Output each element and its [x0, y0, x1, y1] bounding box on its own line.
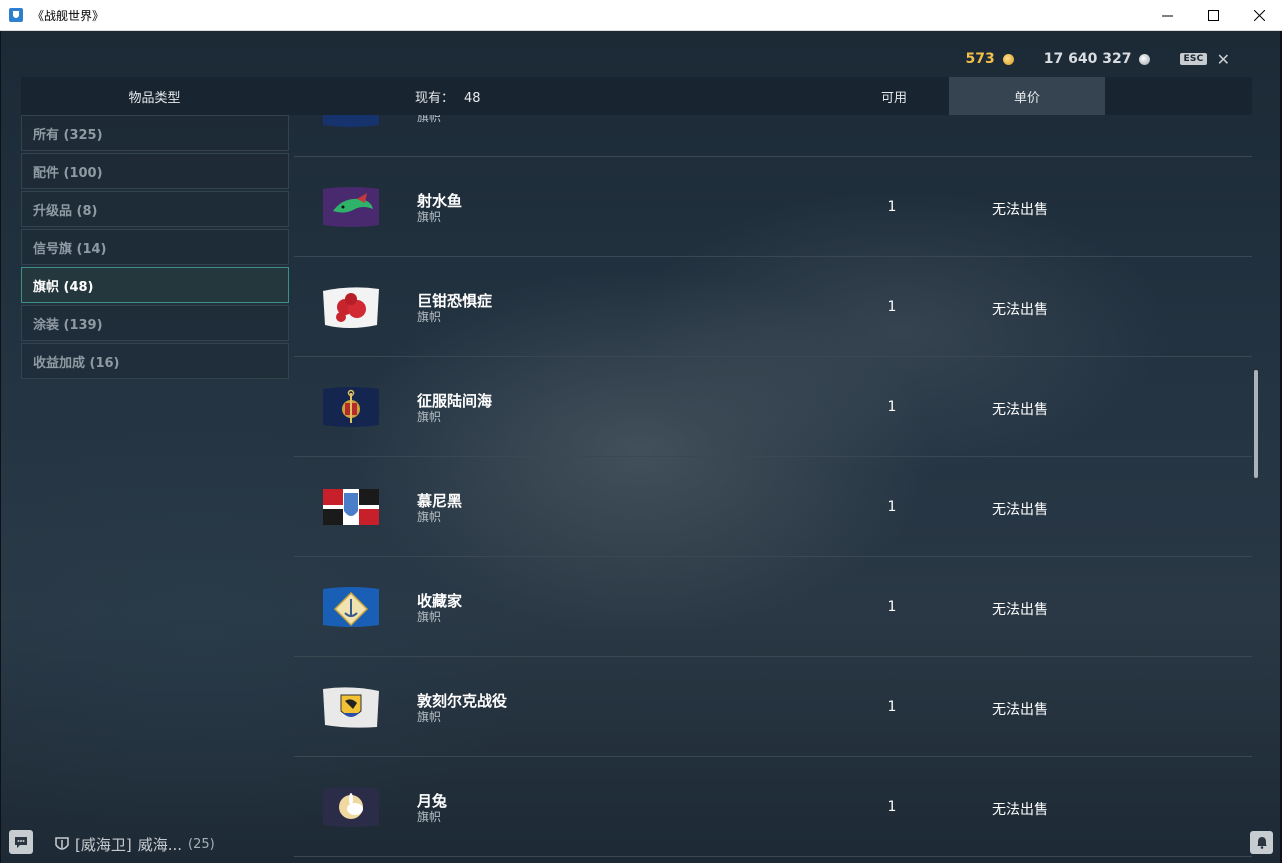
esc-close-icon[interactable]: ✕	[1217, 50, 1230, 69]
item-price: 无法出售	[992, 602, 1048, 618]
item-quantity: 1	[887, 499, 897, 515]
list-item[interactable]: 旗帜	[294, 115, 1252, 157]
item-quantity: 1	[887, 599, 897, 615]
close-button[interactable]	[1236, 0, 1282, 31]
game-area: 573 17 640 327 ESC ✕ 物品类型 现有： 48 可用 单价 所有…	[0, 31, 1282, 863]
category-modules[interactable]: 配件 (100)	[21, 153, 289, 189]
header-have-label: 现有：	[415, 90, 455, 106]
category-list: 所有 (325) 配件 (100) 升级品 (8) 信号旗 (14) 旗帜 (4…	[21, 115, 289, 381]
item-price: 无法出售	[992, 502, 1048, 518]
category-upgrades[interactable]: 升级品 (8)	[21, 191, 289, 227]
credits-amount: 17 640 327	[1043, 51, 1132, 67]
item-quantity: 1	[887, 699, 897, 715]
header-have: 现有： 48	[415, 87, 481, 106]
notifications-button[interactable]	[1250, 831, 1273, 854]
item-type: 旗帜	[417, 610, 442, 624]
list-item[interactable]: 慕尼黑 旗帜 1 无法出售	[294, 457, 1252, 557]
anchor-flag-icon	[323, 387, 379, 427]
item-type: 旗帜	[417, 710, 442, 724]
item-quantity: 1	[887, 299, 897, 315]
item-type: 旗帜	[417, 510, 442, 524]
clan-member-count: (25)	[188, 837, 215, 852]
header-available[interactable]: 可用	[861, 87, 927, 106]
doubloons-amount: 573	[965, 51, 995, 67]
item-type: 旗帜	[417, 210, 442, 224]
category-all[interactable]: 所有 (325)	[21, 115, 289, 151]
chat-icon	[15, 836, 27, 848]
header-unit-price[interactable]: 单价	[949, 77, 1105, 115]
item-type: 旗帜	[417, 310, 442, 324]
item-type: 旗帜	[417, 410, 442, 424]
list-item[interactable]: 收藏家 旗帜 1 无法出售	[294, 557, 1252, 657]
header-item-type: 物品类型	[128, 90, 181, 106]
bell-icon	[1256, 837, 1267, 849]
collector-flag-icon	[323, 587, 379, 627]
archerfish-flag-icon	[323, 187, 379, 227]
item-type: 旗帜	[417, 115, 442, 124]
category-flags[interactable]: 旗帜 (48)	[21, 267, 289, 303]
moon-rabbit-flag-icon	[323, 787, 379, 827]
navy-shield-flag-icon	[323, 115, 379, 127]
item-quantity: 1	[887, 799, 897, 815]
list-item[interactable]: 巨钳恐惧症 旗帜 1 无法出售	[294, 257, 1252, 357]
item-list[interactable]: 旗帜 射水鱼 旗帜 1 无法出售 巨钳恐惧症 旗帜 1 无法出售 征服陆间海 旗…	[294, 115, 1252, 863]
munich-flag-icon	[323, 489, 379, 525]
item-price: 无法出售	[992, 202, 1048, 218]
clan-info[interactable]: [威海卫] 威海... (25)	[55, 834, 215, 855]
window-title: 《战舰世界》	[32, 8, 105, 23]
clan-name: 威海...	[137, 836, 183, 854]
item-price: 无法出售	[992, 702, 1048, 718]
list-item[interactable]: 敦刻尔克战役 旗帜 1 无法出售	[294, 657, 1252, 757]
list-item[interactable]: 射水鱼 旗帜 1 无法出售	[294, 157, 1252, 257]
crab-flag-icon	[323, 287, 379, 328]
header-have-count: 48	[464, 90, 481, 106]
item-price: 无法出售	[992, 302, 1048, 318]
window-titlebar: 《战舰世界》	[0, 0, 1282, 31]
esc-key-badge[interactable]: ESC	[1180, 53, 1207, 65]
category-camouflage[interactable]: 涂装 (139)	[21, 305, 289, 341]
item-price: 无法出售	[992, 802, 1048, 818]
minimize-button[interactable]	[1144, 0, 1190, 31]
maximize-button[interactable]	[1190, 0, 1236, 31]
credit-icon	[1139, 53, 1151, 65]
category-economic-bonus[interactable]: 收益加成 (16)	[21, 343, 289, 379]
list-item[interactable]: 月兔 旗帜 1 无法出售	[294, 757, 1252, 857]
item-quantity: 1	[887, 399, 897, 415]
item-quantity: 1	[887, 199, 897, 215]
clan-shield-icon	[55, 836, 69, 850]
list-header: 物品类型 现有： 48 可用 单价	[21, 77, 1252, 115]
item-price: 无法出售	[992, 402, 1048, 418]
category-signals[interactable]: 信号旗 (14)	[21, 229, 289, 265]
list-scrollbar[interactable]	[1254, 370, 1258, 478]
doubloon-icon	[1002, 53, 1014, 65]
item-type: 旗帜	[417, 810, 442, 824]
dunkirk-flag-icon	[323, 687, 379, 728]
currency-row: 573 17 640 327 ESC ✕	[965, 50, 1230, 69]
clan-tag: [威海卫]	[75, 836, 132, 854]
list-item[interactable]: 征服陆间海 旗帜 1 无法出售	[294, 357, 1252, 457]
chat-button[interactable]	[9, 830, 33, 854]
app-icon	[8, 7, 24, 23]
